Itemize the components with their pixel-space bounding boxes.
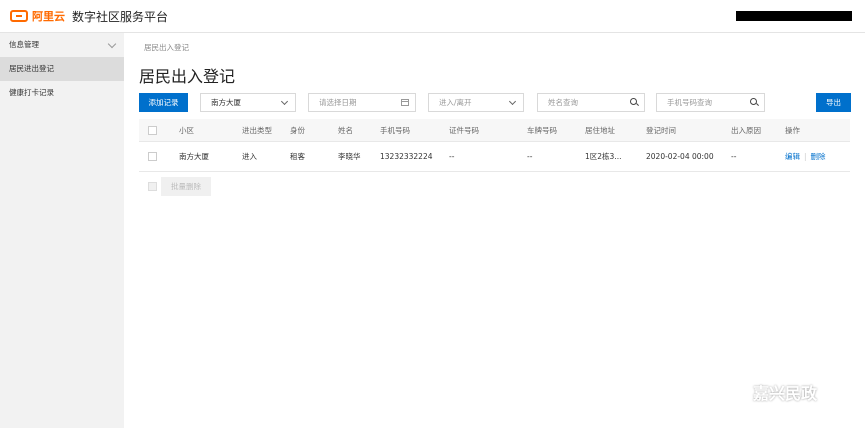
direction-select[interactable]: 进入/离开 (428, 93, 524, 112)
table-header: 小区 进出类型 身份 姓名 手机号码 证件号码 车牌号码 居住地址 登记时间 出… (139, 119, 850, 142)
column-header: 居住地址 (585, 125, 615, 135)
column-header: 操作 (785, 125, 800, 135)
action-divider: | (804, 152, 807, 161)
column-header: 手机号码 (380, 125, 410, 135)
redacted-user-info (736, 11, 852, 21)
app-title: 数字社区服务平台 (72, 10, 169, 24)
sidebar: 信息管理 居民进出登记 健康打卡记录 (0, 33, 124, 428)
sidebar-item-label: 居民进出登记 (9, 64, 54, 73)
top-bar: 阿里云 数字社区服务平台 (0, 0, 865, 33)
delete-link[interactable]: 删除 (811, 151, 826, 162)
wechat-watermark: 嘉兴民政 (725, 380, 817, 404)
main-content: 居民出入登记 居民出入登记 添加记录 南方大厦 请选择日期 进入/离开 姓名查询… (124, 33, 865, 428)
bulk-actions: 批量删除 (139, 176, 211, 196)
bulk-delete-button[interactable]: 批量删除 (161, 176, 211, 196)
bulk-select-checkbox[interactable] (148, 181, 157, 191)
column-header: 车牌号码 (527, 125, 557, 135)
column-header: 证件号码 (449, 125, 479, 135)
chevron-down-icon (280, 97, 289, 106)
page-title: 居民出入登记 (139, 67, 236, 86)
row-select-cell (148, 142, 157, 171)
cell-reason: -- (731, 152, 737, 161)
phone-search-input[interactable]: 手机号码查询 (656, 93, 765, 112)
column-header: 出入原因 (731, 125, 761, 135)
cell-type: 进入 (242, 152, 257, 161)
chevron-down-icon (107, 39, 117, 49)
date-picker[interactable]: 请选择日期 (308, 93, 416, 112)
cell-name: 李晓华 (338, 152, 361, 161)
column-header: 姓名 (338, 125, 353, 135)
records-table: 小区 进出类型 身份 姓名 手机号码 证件号码 车牌号码 居住地址 登记时间 出… (139, 119, 850, 172)
select-all-checkbox[interactable] (148, 125, 157, 135)
search-icon[interactable] (750, 98, 757, 105)
community-select[interactable]: 南方大厦 (200, 93, 296, 112)
chevron-down-icon (508, 97, 517, 106)
phone-search-placeholder: 手机号码查询 (667, 98, 712, 107)
cell-identity: 租客 (290, 152, 305, 161)
column-header: 身份 (290, 125, 305, 135)
edit-link[interactable]: 编辑 (785, 151, 800, 162)
export-button[interactable]: 导出 (816, 93, 851, 112)
column-header: 进出类型 (242, 125, 272, 135)
cell-plate: -- (527, 152, 533, 161)
sidebar-item-label: 健康打卡记录 (9, 88, 54, 97)
sidebar-item-label: 信息管理 (9, 40, 39, 49)
cell-actions: 编辑 | 删除 (785, 142, 826, 171)
name-search-placeholder: 姓名查询 (548, 98, 578, 107)
sidebar-item-info-management[interactable]: 信息管理 (0, 33, 124, 57)
name-search-input[interactable]: 姓名查询 (537, 93, 645, 112)
watermark-text: 嘉兴民政 (753, 384, 818, 403)
table-row: 南方大厦 进入 租客 李晓华 13232332224 -- -- 1区2栋3..… (139, 142, 850, 172)
cell-time: 2020-02-04 00:00 (646, 152, 714, 161)
column-header: 登记时间 (646, 125, 676, 135)
select-all-cell (148, 119, 157, 141)
aliyun-logo-icon (10, 10, 28, 22)
sidebar-item-health-checkin[interactable]: 健康打卡记录 (0, 81, 124, 105)
community-select-value: 南方大厦 (211, 98, 241, 107)
row-checkbox[interactable] (148, 152, 157, 161)
cell-phone: 13232332224 (380, 152, 433, 161)
cell-id-number: -- (449, 152, 455, 161)
breadcrumb[interactable]: 居民出入登记 (144, 42, 189, 53)
logo-text: 阿里云 (32, 10, 65, 23)
cell-address: 1区2栋3... (585, 152, 622, 161)
cell-community: 南方大厦 (179, 152, 209, 161)
direction-placeholder: 进入/离开 (439, 98, 472, 107)
add-record-button[interactable]: 添加记录 (139, 93, 188, 112)
wechat-icon (725, 383, 747, 401)
date-placeholder: 请选择日期 (319, 98, 357, 107)
search-icon[interactable] (630, 98, 637, 105)
aliyun-logo[interactable]: 阿里云 (10, 9, 65, 23)
column-header: 小区 (179, 125, 194, 135)
calendar-icon (401, 99, 409, 106)
sidebar-item-resident-access[interactable]: 居民进出登记 (0, 57, 124, 81)
